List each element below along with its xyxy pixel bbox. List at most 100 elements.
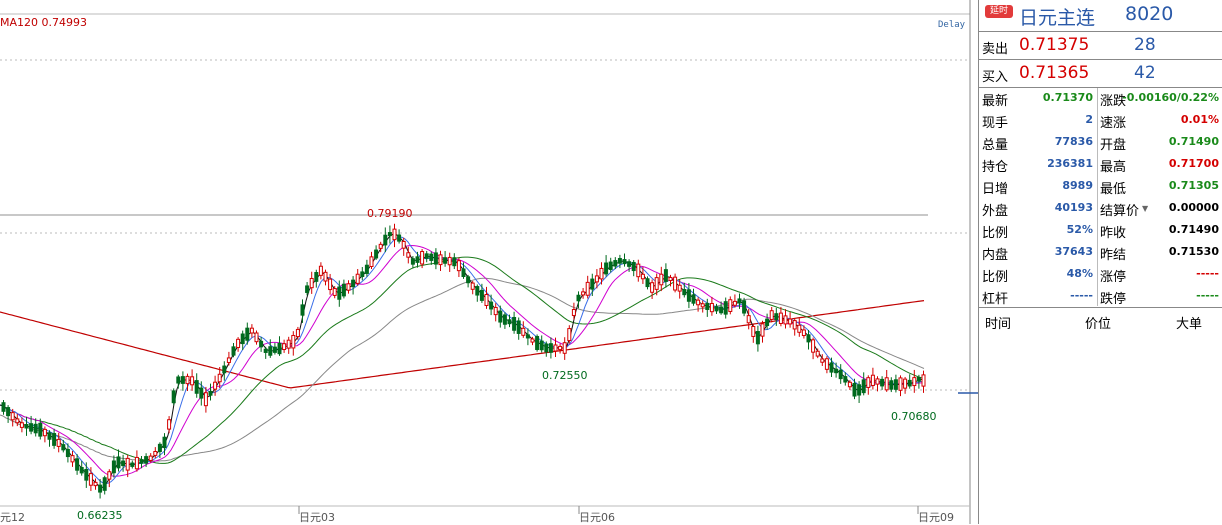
candle-body	[424, 253, 429, 259]
candle-body	[456, 260, 461, 272]
candle-body	[401, 240, 406, 249]
stat-row: 日增 8989	[979, 176, 1097, 198]
candle-body	[617, 258, 622, 264]
candle-body	[847, 381, 852, 388]
candle-body	[765, 318, 770, 327]
candle-body	[295, 328, 300, 338]
candle-body	[217, 373, 222, 383]
candle-body	[438, 254, 443, 266]
candle-body	[153, 451, 158, 456]
tick-list[interactable]	[979, 334, 1222, 524]
mid-low-price-label: 0.72550	[542, 369, 588, 382]
candle-body	[19, 422, 24, 428]
candle-body	[755, 331, 760, 345]
stat-value: 52%	[1066, 223, 1093, 236]
candle-body	[700, 303, 705, 308]
stat-value: 40193	[1054, 201, 1093, 214]
stat-row: 开盘 0.71490	[1097, 132, 1222, 154]
ask-row: 卖出 0.71375 28	[979, 32, 1222, 60]
candle-body	[544, 343, 549, 353]
candle-body	[866, 377, 871, 388]
stat-row: 外盘 40193	[979, 198, 1097, 220]
candle-body	[443, 257, 448, 264]
stat-row: 涨停 -----	[1097, 264, 1222, 286]
candle-body	[56, 438, 61, 447]
candle-body	[774, 313, 779, 321]
stat-label: 杠杆	[982, 292, 1009, 307]
candle-body	[162, 436, 167, 449]
candle-body	[406, 252, 411, 258]
stat-row: 跌停 -----	[1097, 286, 1222, 308]
candle-body	[884, 377, 889, 391]
stat-label: 昨收	[1100, 226, 1127, 241]
candle-body	[148, 455, 153, 461]
stat-row: 杠杆 -----	[979, 286, 1097, 308]
candle-body	[466, 276, 471, 284]
candle-body	[199, 387, 204, 399]
stat-value: 2	[1085, 113, 1093, 126]
candle-body	[769, 310, 774, 320]
candle-body	[778, 312, 783, 324]
candle-body	[654, 277, 659, 290]
kline-chart[interactable]: MA120 0.74993 Delay 0.79190 0.66235 0.72…	[0, 0, 978, 524]
candle-body	[489, 301, 494, 310]
stat-value: 0.71490	[1168, 135, 1219, 148]
stat-label: 涨停	[1100, 270, 1127, 285]
stat-value: 0.71305	[1168, 179, 1219, 192]
candle-body	[1, 402, 6, 412]
x-axis-label-dec: 元12	[0, 511, 25, 524]
candle-body	[709, 303, 714, 313]
candle-body	[783, 315, 788, 325]
candle-body	[180, 376, 185, 384]
candle-body	[673, 276, 678, 291]
candle-body	[226, 357, 231, 363]
stat-value: 0.71700	[1168, 157, 1219, 170]
candle-body	[314, 272, 319, 282]
candle-body	[374, 249, 379, 259]
x-axis-label-mar: 日元03	[299, 511, 335, 524]
stat-label: 比例	[982, 226, 1009, 241]
candle-body	[576, 294, 581, 302]
bid-price: 0.71365	[1019, 63, 1090, 83]
candle-body	[213, 381, 218, 390]
chevron-down-icon[interactable]: ▼	[1142, 204, 1148, 213]
candle-body	[185, 375, 190, 385]
candle-body	[530, 338, 535, 343]
candle-body	[650, 282, 655, 293]
candle-body	[824, 358, 829, 370]
candle-body	[286, 339, 291, 349]
kline-chart-canvas[interactable]	[0, 0, 978, 524]
stat-value: 37643	[1054, 245, 1093, 258]
ask-label: 卖出	[982, 42, 1009, 57]
candle-body	[88, 473, 93, 486]
candle-body	[525, 334, 530, 339]
stat-label: 现手	[982, 116, 1009, 131]
candle-body	[420, 251, 425, 265]
candle-body	[75, 458, 80, 471]
candle-body	[875, 378, 880, 385]
candle-body	[240, 333, 245, 345]
candle-body	[337, 286, 342, 300]
stat-row: 速涨 0.01%	[1097, 110, 1222, 132]
candle-body	[663, 269, 668, 282]
candle-body	[107, 471, 112, 480]
candle-body	[157, 443, 162, 452]
candle-body	[328, 278, 333, 291]
candle-body	[728, 299, 733, 312]
stat-value: 0.00000	[1168, 201, 1219, 214]
candle-body	[562, 342, 567, 354]
candle-body	[116, 456, 121, 469]
candle-body	[222, 365, 227, 374]
candle-body	[571, 309, 576, 316]
candle-body	[79, 467, 84, 474]
candle-body	[203, 392, 208, 407]
candle-body	[581, 291, 586, 296]
candle-body	[558, 345, 563, 351]
candle-body	[521, 327, 526, 336]
candle-body	[139, 459, 144, 464]
candle-body	[245, 327, 250, 341]
candle-body	[857, 384, 862, 396]
candle-body	[268, 346, 273, 356]
low-price-label: 0.66235	[77, 509, 123, 522]
candle-body	[65, 448, 70, 458]
